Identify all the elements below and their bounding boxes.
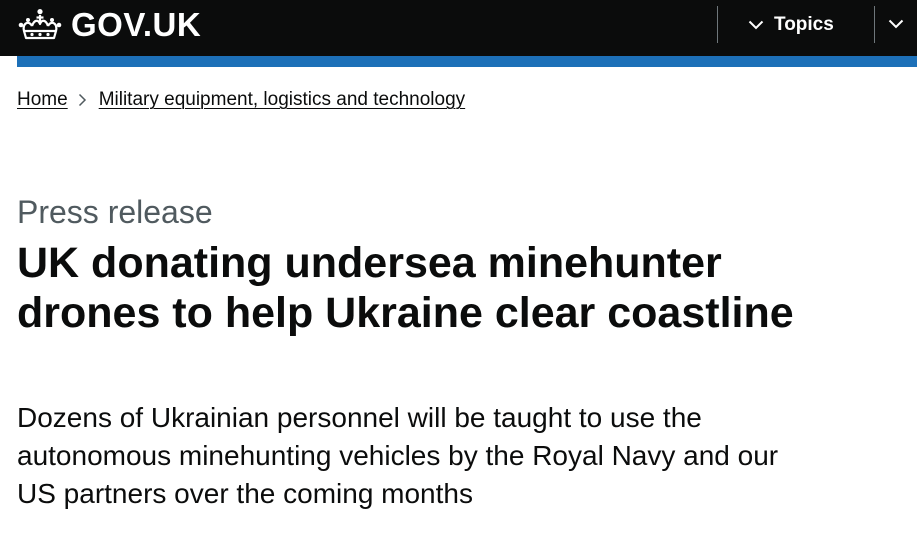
search-menu-button[interactable] (888, 10, 904, 40)
breadcrumb: Home Military equipment, logistics and t… (17, 88, 465, 112)
header-divider (717, 6, 718, 43)
document-type-caption: Press release (17, 194, 213, 230)
chevron-down-icon (748, 20, 774, 30)
logo-text: GOV.UK (71, 6, 202, 43)
govuk-logo-link[interactable]: GOV.UK (17, 7, 201, 43)
lead-paragraph: Dozens of Ukrainian personnel will be ta… (17, 402, 779, 509)
breadcrumb-military-equipment-link[interactable]: Military equipment, logistics and techno… (99, 88, 465, 112)
header-blue-stripe (17, 56, 917, 67)
breadcrumb-home-link[interactable]: Home (17, 88, 68, 112)
topics-label: Topics (774, 14, 834, 35)
crown-icon (17, 8, 63, 42)
chevron-down-icon (888, 16, 904, 34)
page-title: UK donating undersea minehunter drones t… (17, 239, 794, 337)
site-header: GOV.UK Topics (0, 0, 917, 56)
header-divider (874, 6, 875, 43)
chevron-right-icon (68, 93, 99, 107)
topics-menu-button[interactable]: Topics (748, 10, 834, 40)
